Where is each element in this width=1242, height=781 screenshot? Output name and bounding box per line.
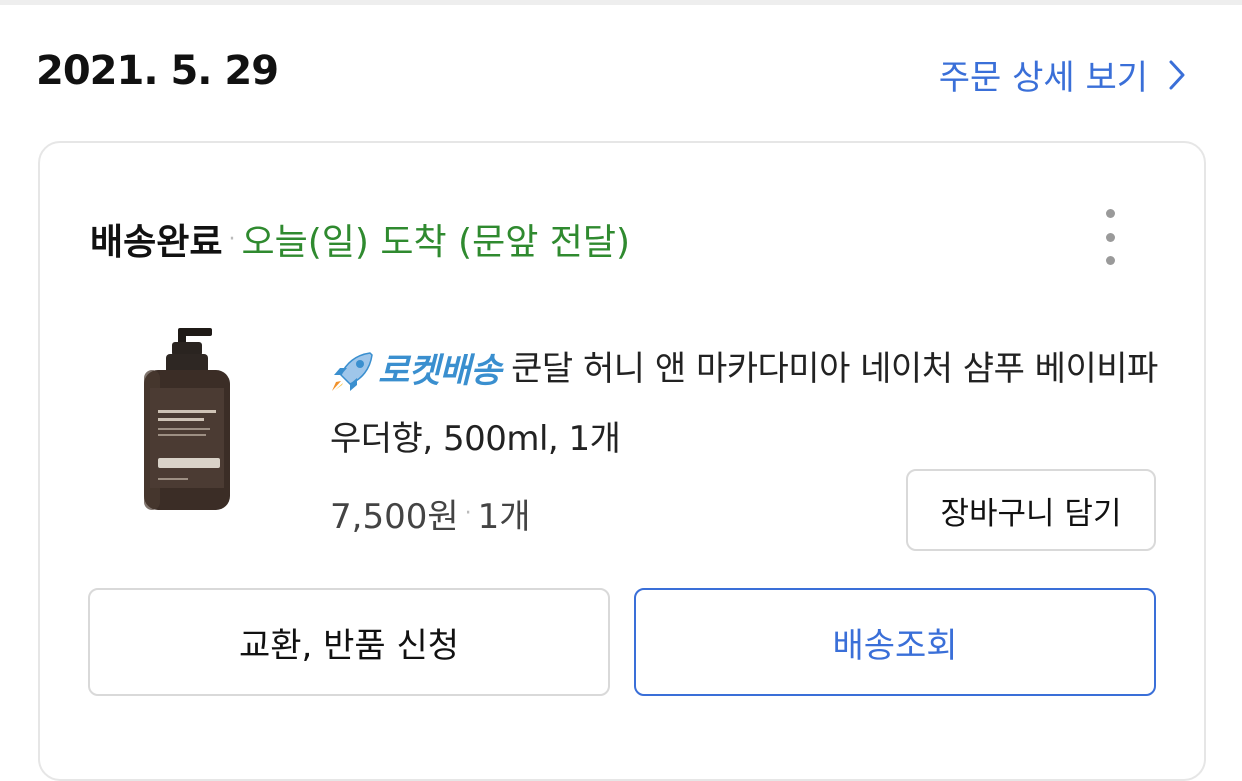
order-date: 2021. 5. 29	[36, 48, 279, 94]
price-separator: ·	[464, 501, 472, 526]
arrival-info: 오늘(일) 도착 (문앞 전달)	[241, 222, 631, 263]
delivery-status-row: 배송완료 · 오늘(일) 도착 (문앞 전달)	[90, 213, 630, 265]
rocket-icon	[332, 351, 373, 391]
chevron-right-icon	[1169, 60, 1185, 89]
track-delivery-button[interactable]: 배송조회	[634, 588, 1156, 696]
more-options-icon[interactable]	[1100, 209, 1120, 265]
delivery-status: 배송완료	[90, 222, 223, 263]
return-exchange-button[interactable]: 교환, 반품 신청	[88, 588, 610, 696]
add-to-cart-button[interactable]: 장바구니 담기	[906, 469, 1156, 551]
price-row: 7,500원 · 1개	[330, 489, 531, 538]
rocket-delivery-badge: 로켓배송	[330, 337, 502, 405]
order-card: 배송완료 · 오늘(일) 도착 (문앞 전달) 로켓배송 쿤달 허니 앤 마카다…	[38, 141, 1206, 781]
order-detail-label: 주문 상세 보기	[938, 58, 1148, 98]
product-image	[144, 328, 230, 510]
product-title[interactable]: 로켓배송 쿤달 허니 앤 마카다미아 네이처 샴푸 베이비파우더향, 500ml…	[330, 335, 1170, 473]
top-divider	[0, 0, 1242, 5]
product-price: 7,500원	[330, 497, 459, 537]
status-separator: ·	[228, 226, 236, 252]
product-quantity: 1개	[477, 497, 531, 537]
order-detail-link[interactable]: 주문 상세 보기	[939, 50, 1186, 99]
rocket-delivery-label: 로켓배송	[378, 350, 502, 391]
